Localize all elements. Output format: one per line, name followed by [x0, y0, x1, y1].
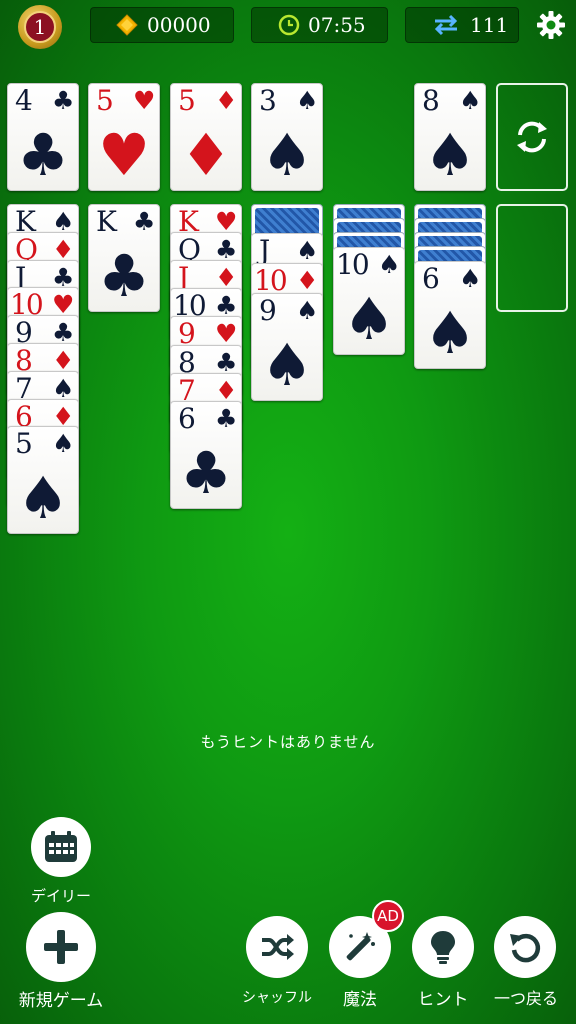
card-rank: 5	[96, 84, 114, 117]
tableau-card[interactable]: 9 ♠ ♠	[251, 293, 323, 401]
settings-button[interactable]	[534, 8, 568, 42]
club-icon: ♣	[98, 242, 150, 310]
tableau-card[interactable]: K ♣ ♣	[88, 204, 160, 312]
calendar-icon	[45, 831, 77, 862]
tableau-card[interactable]: 6 ♠ ♠	[414, 261, 486, 369]
spade-icon: ♠	[343, 285, 395, 353]
moves-value: 111	[470, 13, 509, 37]
tableau-empty-slot[interactable]	[496, 204, 568, 312]
spade-icon: ♠	[459, 86, 482, 115]
gems-counter: 00000	[90, 7, 234, 43]
diamond-suit-icon: ♦	[296, 266, 319, 295]
daily-button[interactable]	[31, 817, 91, 877]
tableau-card[interactable]: 6 ♣ ♣	[170, 400, 242, 509]
undo-label: 一つ戻る	[493, 989, 558, 1008]
card-rank: 9	[259, 294, 277, 327]
heart-icon: ♥	[133, 86, 156, 115]
foundation-diamonds[interactable]: 5 ♦ ♦	[170, 83, 242, 191]
spade-icon: ♠	[17, 464, 69, 533]
stock-recycle-button[interactable]	[496, 83, 568, 191]
level-number: 1	[24, 11, 56, 43]
tableau-card[interactable]: 10 ♠ ♠	[333, 247, 405, 355]
card-rank: 8	[422, 84, 440, 117]
magic-wand-icon	[346, 932, 375, 961]
level-badge: 1	[18, 5, 62, 49]
ad-badge: AD	[372, 900, 404, 932]
card-rank: 5	[15, 427, 33, 461]
spade-icon: ♠	[424, 299, 476, 367]
shuffle-icon	[262, 934, 294, 960]
spade-icon: ♠	[296, 86, 319, 115]
diamond-icon	[116, 14, 138, 36]
spade-icon: ♠	[261, 331, 313, 399]
shuffle-label: シャッフル	[242, 990, 312, 1006]
spade-icon: ♠	[459, 264, 482, 293]
club-icon: ♣	[133, 207, 156, 236]
diamond-suit-icon: ♦	[215, 86, 238, 115]
undo-button[interactable]	[494, 916, 556, 978]
spade-icon: ♠	[296, 236, 319, 265]
no-more-hints-message: もうヒントはありません	[200, 733, 376, 751]
new-game-button[interactable]	[26, 912, 96, 982]
gems-value: 00000	[147, 13, 211, 37]
waste-card[interactable]: 8 ♠ ♠	[414, 83, 486, 191]
card-rank: 10	[336, 248, 370, 281]
hint-label: ヒント	[417, 990, 469, 1010]
spade-icon: ♠	[52, 429, 75, 459]
swap-arrows-icon	[434, 14, 458, 36]
spade-icon: ♠	[296, 296, 319, 325]
club-icon: ♣	[215, 403, 238, 433]
lightbulb-icon	[431, 931, 455, 964]
foundation-spades[interactable]: 3 ♠ ♠	[251, 83, 323, 191]
heart-icon: ♥	[98, 121, 150, 189]
card-rank: 6	[422, 262, 440, 295]
spade-icon: ♠	[424, 121, 476, 189]
card-rank: K	[96, 205, 117, 238]
card-rank: 5	[178, 84, 196, 117]
card-rank: 6	[178, 401, 196, 435]
plus-icon	[44, 930, 78, 964]
refresh-icon	[517, 121, 547, 153]
new-game-label: 新規ゲーム	[18, 991, 104, 1011]
card-rank: 3	[259, 84, 277, 117]
foundation-clubs[interactable]: 4 ♣ ♣	[7, 83, 79, 191]
timer-value: 07:55	[308, 13, 366, 37]
daily-label: デイリー	[30, 887, 91, 905]
tableau-card[interactable]: 5 ♠ ♠	[7, 426, 79, 535]
shuffle-button[interactable]	[246, 916, 308, 978]
hint-button[interactable]	[412, 916, 474, 978]
card-rank: 4	[15, 84, 33, 117]
timer: 07:55	[251, 7, 388, 43]
club-icon: ♣	[17, 121, 69, 189]
gear-icon	[537, 11, 565, 39]
club-icon: ♣	[180, 438, 232, 507]
foundation-hearts[interactable]: 5 ♥ ♥	[88, 83, 160, 191]
club-icon: ♣	[52, 86, 75, 115]
spade-icon: ♠	[378, 250, 401, 279]
moves-counter: 111	[405, 7, 519, 43]
diamond-suit-icon: ♦	[180, 121, 232, 189]
undo-icon	[510, 933, 541, 963]
clock-icon	[278, 14, 300, 36]
spade-icon: ♠	[261, 121, 313, 189]
magic-label: 魔法	[343, 990, 377, 1010]
